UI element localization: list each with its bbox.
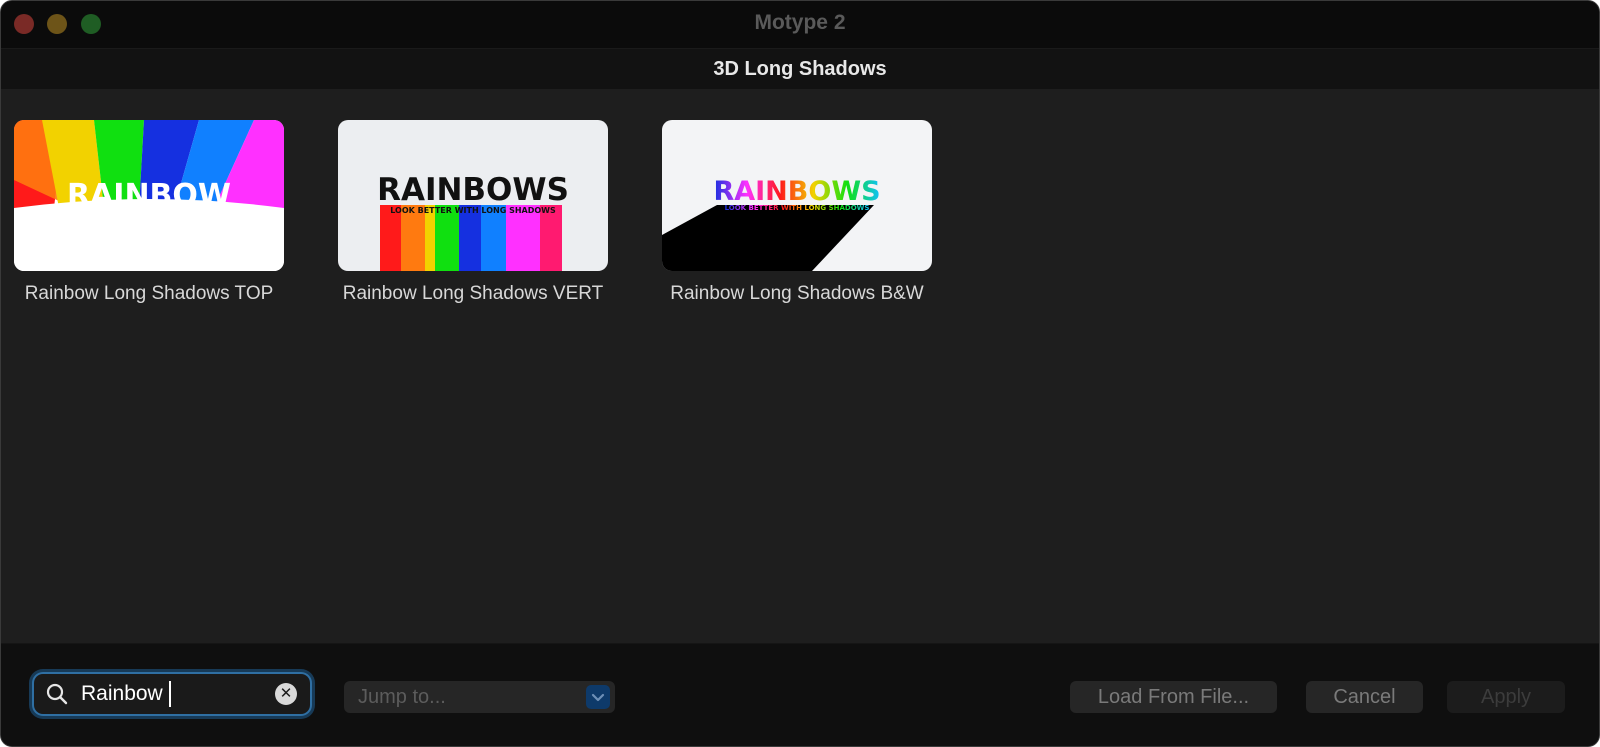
thumb-subtext: LOOK BETTER WITH LONG SHADOWS [725, 204, 870, 212]
preset-thumbnail: RAINBOWS LOOK BETTER WITH LONG SHADOWS [662, 120, 932, 271]
preset-tile-rainbow-top[interactable]: RAINBOW Rainbow Long Shadows TOP [4, 120, 294, 305]
thumb-subtext: LOOK BETTER WITH LONG SHADOWS [390, 206, 556, 215]
jump-to-placeholder: Jump to... [358, 686, 446, 708]
category-header: 3D Long Shadows [1, 48, 1599, 90]
footer-bar: ✕ Jump to... Load From File... Cancel Ap… [1, 643, 1599, 746]
cancel-button[interactable]: Cancel [1306, 681, 1423, 713]
thumb-text: RAINBOW [67, 178, 231, 213]
rainbow-vert-thumbnail-image: RAINBOWS LOOK BETTER WITH LONG SHADOWS [338, 120, 608, 271]
thumb-text: RAINBOWS [377, 172, 569, 208]
category-title: 3D Long Shadows [713, 58, 887, 80]
rainbow-bw-thumbnail-image: RAINBOWS LOOK BETTER WITH LONG SHADOWS [662, 120, 932, 271]
preset-label: Rainbow Long Shadows TOP [24, 283, 274, 304]
rainbow-top-thumbnail-image: RAINBOW [14, 120, 284, 271]
text-caret [169, 681, 171, 707]
thumb-text: RAINBOWS [713, 176, 880, 207]
preset-label: Rainbow Long Shadows B&W [670, 283, 924, 304]
preset-tile-rainbow-vert[interactable]: RAINBOWS LOOK BETTER WITH LONG SHADOWS R… [328, 120, 618, 305]
apply-button[interactable]: Apply [1447, 681, 1565, 713]
jump-to-dropdown[interactable]: Jump to... [344, 681, 615, 713]
preset-label: Rainbow Long Shadows VERT [342, 283, 604, 304]
preset-thumbnail: RAINBOWS LOOK BETTER WITH LONG SHADOWS [338, 120, 608, 271]
title-bar: Motype 2 [1, 1, 1599, 48]
preset-thumbnail: RAINBOW [14, 120, 284, 271]
clear-circle-x-icon[interactable]: ✕ [275, 683, 297, 705]
search-field[interactable]: ✕ [34, 674, 310, 714]
preset-grid: RAINBOW Rainbow Long Shadows TOP RAINBOW… [1, 89, 1599, 643]
chevron-down-icon[interactable] [586, 685, 610, 709]
search-input[interactable] [81, 680, 261, 708]
app-window: Motype 2 3D Long Shadows RAINBOW Rainbow… [0, 0, 1600, 747]
load-from-file-button[interactable]: Load From File... [1070, 681, 1277, 713]
window-title: Motype 2 [754, 11, 846, 34]
preset-tile-rainbow-bw[interactable]: RAINBOWS LOOK BETTER WITH LONG SHADOWS R… [652, 120, 942, 305]
magnifier-icon [46, 683, 68, 705]
